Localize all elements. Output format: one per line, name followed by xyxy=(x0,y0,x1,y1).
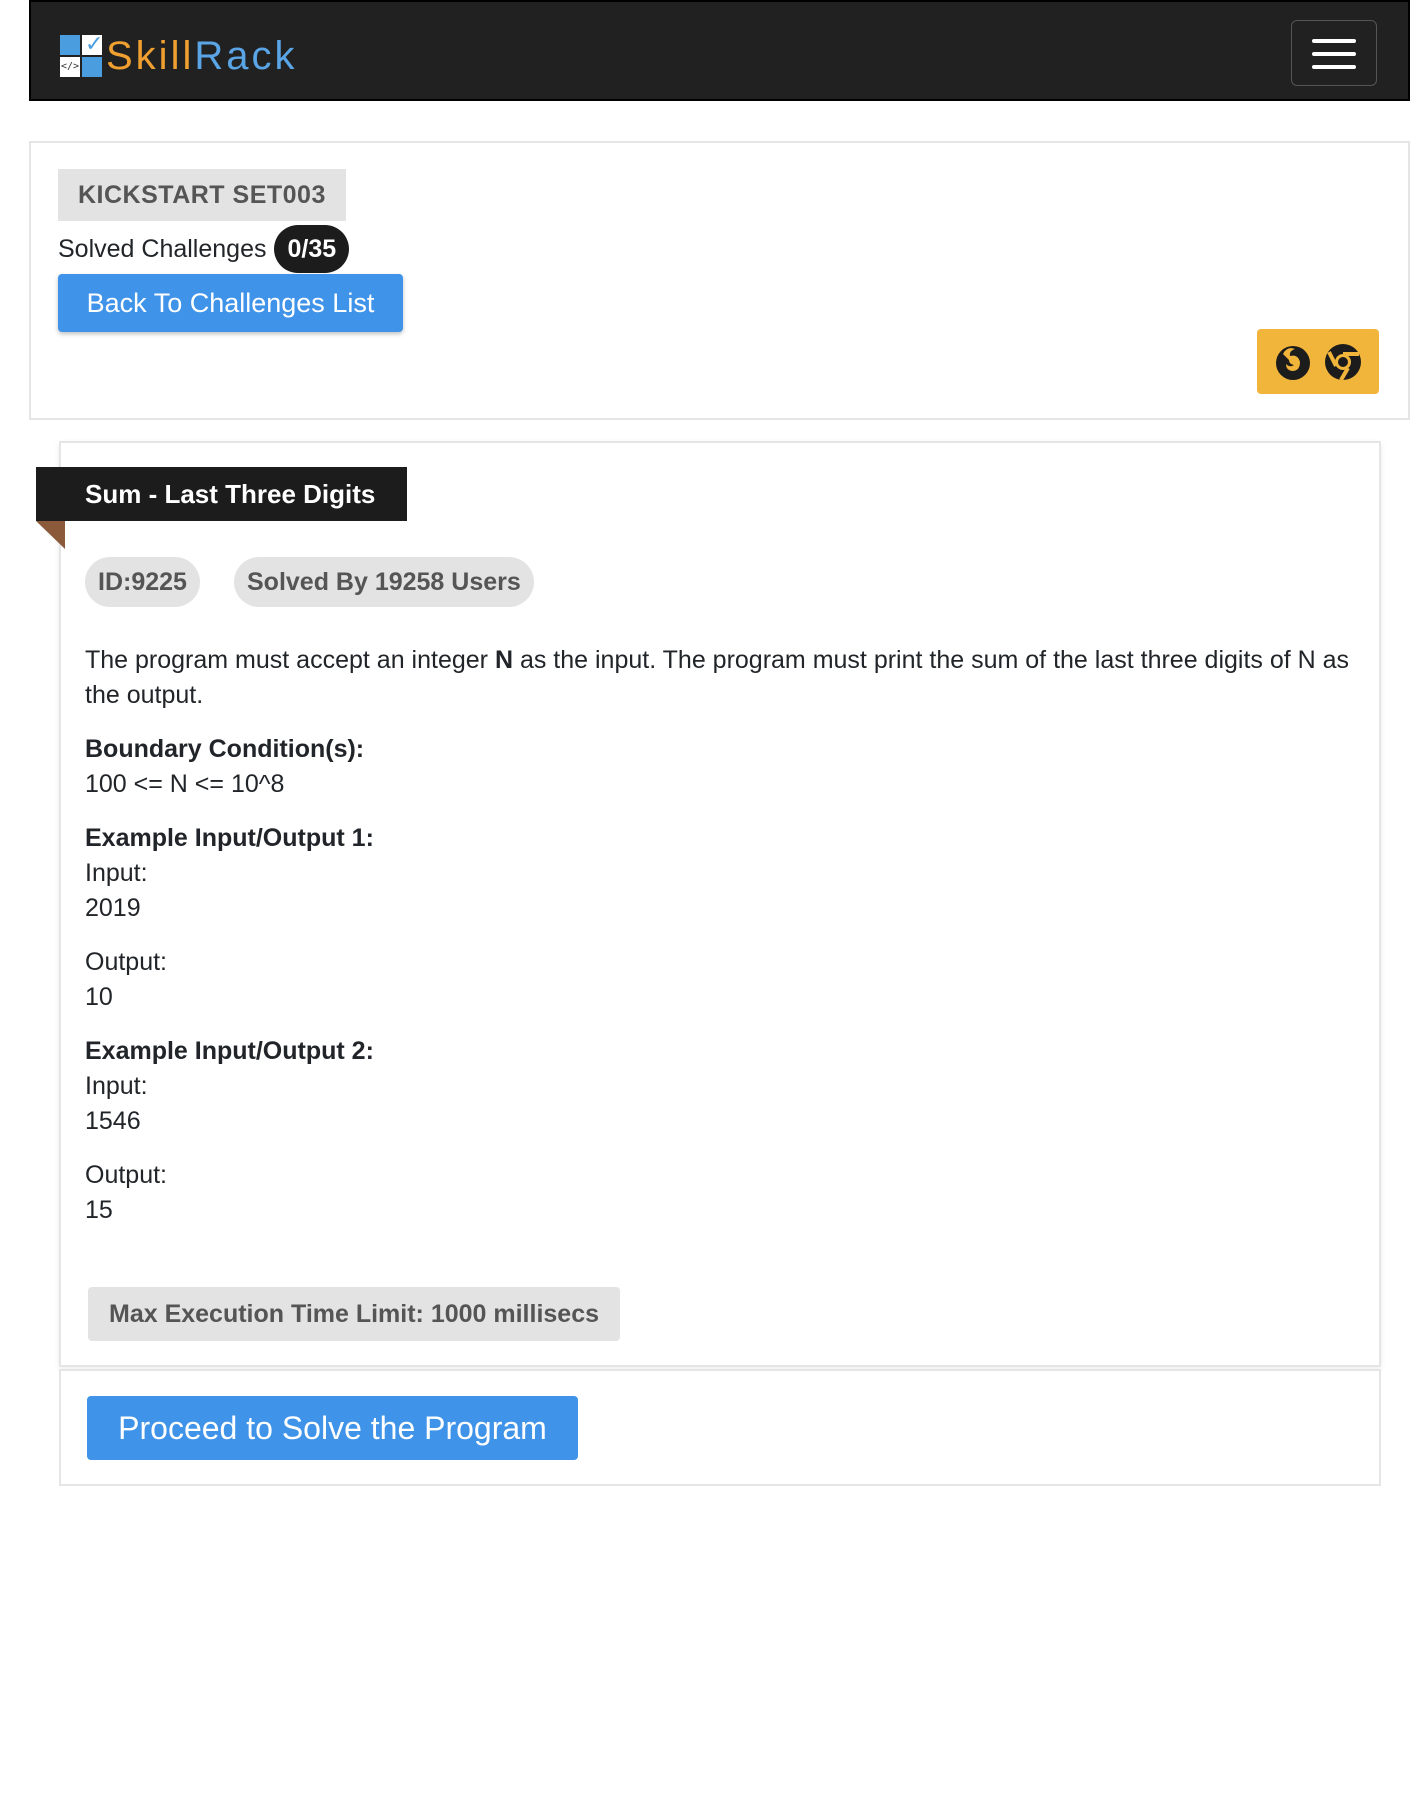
example1-heading: Example Input/Output 1: xyxy=(85,824,374,852)
example1-output: 10 xyxy=(85,983,113,1011)
menu-toggle-button[interactable] xyxy=(1291,20,1377,86)
problem-statement: The program must accept an integer N as … xyxy=(85,646,1350,709)
problem-description: The program must accept an integer N as … xyxy=(85,643,1355,1228)
set-info-card: KICKSTART SET003 Solved Challenges 0/35 … xyxy=(29,141,1410,420)
example2-input: 1546 xyxy=(85,1107,141,1135)
example1-input-label: Input: xyxy=(85,859,148,887)
solved-label: Solved Challenges xyxy=(58,234,267,263)
hamburger-icon xyxy=(1312,39,1356,43)
set-name-badge: KICKSTART SET003 xyxy=(58,169,346,221)
navbar: </> ✓ SkillRack xyxy=(29,0,1410,101)
boundary-condition: 100 <= N <= 10^8 xyxy=(85,770,285,798)
solved-challenges: Solved Challenges 0/35 xyxy=(58,225,350,273)
solved-by-badge: Solved By 19258 Users xyxy=(234,557,534,607)
ribbon-fold xyxy=(36,521,65,549)
back-to-challenges-button[interactable]: Back To Challenges List xyxy=(58,274,403,332)
example1-output-label: Output: xyxy=(85,948,167,976)
example2-output: 15 xyxy=(85,1196,113,1224)
boundary-heading: Boundary Condition(s): xyxy=(85,735,365,763)
example1-input: 2019 xyxy=(85,894,141,922)
firefox-icon xyxy=(1276,345,1310,380)
example2-input-label: Input: xyxy=(85,1072,148,1100)
proceed-to-solve-button[interactable]: Proceed to Solve the Program xyxy=(87,1396,578,1460)
browser-support-badge xyxy=(1257,329,1379,394)
chrome-icon xyxy=(1325,343,1361,381)
solved-count-badge: 0/35 xyxy=(274,225,350,273)
example2-output-label: Output: xyxy=(85,1161,167,1189)
action-card: Proceed to Solve the Program xyxy=(59,1369,1381,1486)
example2-heading: Example Input/Output 2: xyxy=(85,1037,374,1065)
brand-name: SkillRack xyxy=(106,33,298,78)
challenge-id-badge: ID:9225 xyxy=(85,557,200,607)
brand-logo[interactable]: </> ✓ SkillRack xyxy=(60,31,298,80)
time-limit-badge: Max Execution Time Limit: 1000 millisecs xyxy=(88,1287,621,1341)
challenge-title: Sum - Last Three Digits xyxy=(36,467,407,521)
skillrack-logo-icon: </> ✓ xyxy=(60,31,103,77)
